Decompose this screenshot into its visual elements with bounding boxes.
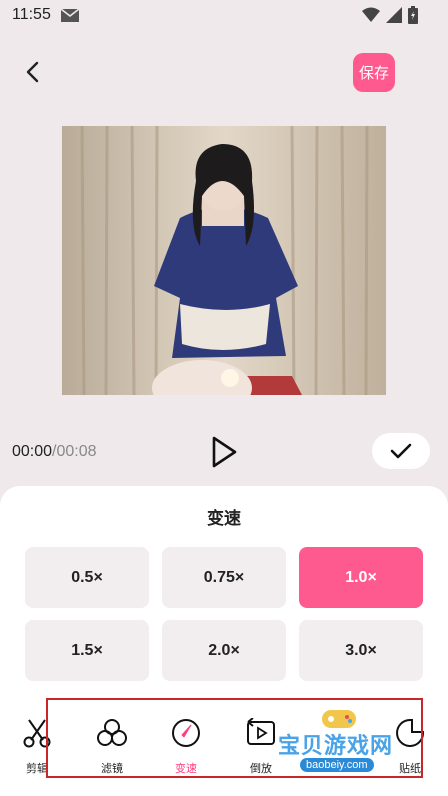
watermark: 宝贝游戏网 baobeiy.com (278, 706, 428, 784)
play-icon[interactable] (208, 434, 240, 470)
watermark-text: 宝贝游戏网 (278, 733, 394, 758)
current-time: 00:00 (12, 443, 53, 460)
wifi-icon (362, 7, 380, 22)
status-bar: 11:55 (0, 0, 448, 32)
video-frame-image (62, 126, 386, 395)
system-icons (362, 6, 418, 24)
signal-icon (386, 7, 402, 23)
gamepad-icon (322, 710, 356, 728)
panel-title: 变速 (207, 509, 241, 528)
chevron-left-icon (26, 61, 39, 83)
total-time: 00:08 (56, 443, 97, 460)
speed-option-2.0x[interactable]: 2.0× (162, 620, 286, 681)
mail-icon (61, 9, 79, 22)
speed-option-1.0x[interactable]: 1.0× (299, 547, 423, 608)
speed-option-0.5x[interactable]: 0.5× (25, 547, 149, 608)
speed-option-1.5x[interactable]: 1.5× (25, 620, 149, 681)
back-button[interactable] (18, 56, 48, 88)
watermark-url: baobeiy.com (300, 758, 374, 772)
speed-option-3.0x[interactable]: 3.0× (299, 620, 423, 681)
check-icon (390, 443, 412, 459)
save-button[interactable]: 保存 (353, 53, 395, 92)
playback-time: 00:00/00:08 (12, 443, 97, 461)
battery-icon (408, 6, 418, 24)
video-preview[interactable] (62, 126, 386, 395)
speed-option-0.75x[interactable]: 0.75× (162, 547, 286, 608)
confirm-button[interactable] (372, 433, 430, 469)
status-time: 11:55 (12, 6, 51, 23)
